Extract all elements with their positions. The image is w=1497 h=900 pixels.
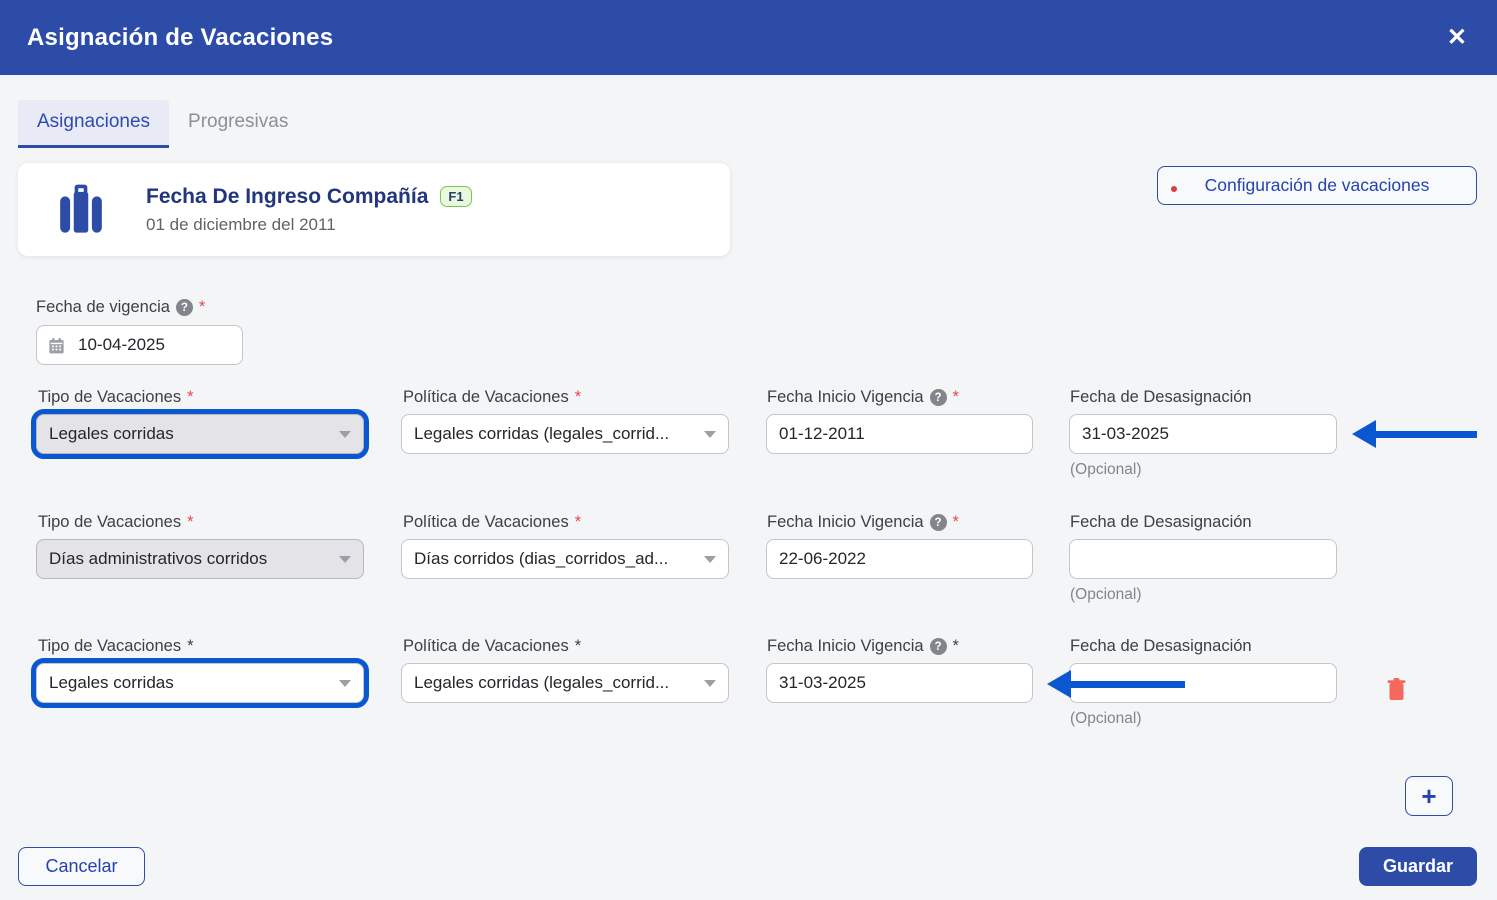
row2-desasignacion-wrap bbox=[1069, 539, 1337, 579]
optional-hint: (Opcional) bbox=[1070, 586, 1142, 604]
delete-row-icon[interactable] bbox=[1387, 678, 1406, 701]
row1-politica-label: Política de Vacaciones * bbox=[403, 388, 581, 407]
row1-tipo-label: Tipo de Vacaciones * bbox=[38, 388, 194, 407]
effective-date-input[interactable] bbox=[78, 335, 198, 355]
chevron-down-icon bbox=[704, 431, 716, 438]
chevron-down-icon bbox=[339, 556, 351, 563]
row3-vacation-policy-select[interactable]: Legales corridas (legales_corrid... bbox=[401, 663, 729, 703]
chevron-down-icon bbox=[339, 680, 351, 687]
row2-unassign-date-input[interactable] bbox=[1069, 539, 1337, 579]
effective-date-input-wrap bbox=[36, 325, 243, 365]
row2-tipo-label: Tipo de Vacaciones * bbox=[38, 513, 194, 532]
optional-hint: (Opcional) bbox=[1070, 710, 1142, 728]
entry-date-title: Fecha De Ingreso Compañía bbox=[146, 185, 428, 209]
row1-inicio-wrap bbox=[766, 414, 1033, 454]
row2-inicio-label: Fecha Inicio Vigencia ? * bbox=[767, 513, 959, 532]
notification-dot bbox=[1171, 186, 1177, 192]
row1-desasignacion-wrap bbox=[1069, 414, 1337, 454]
row2-vacation-type-select[interactable]: Días administrativos corridos bbox=[36, 539, 364, 579]
close-icon[interactable]: ✕ bbox=[1447, 26, 1467, 50]
effective-date-label: Fecha de vigencia ? * bbox=[36, 298, 276, 317]
vacation-assignment-modal: Asignación de Vacaciones ✕ Asignaciones … bbox=[0, 0, 1497, 900]
row3-start-date-input[interactable] bbox=[766, 663, 1033, 703]
modal-header: Asignación de Vacaciones ✕ bbox=[0, 0, 1497, 75]
calendar-icon bbox=[47, 336, 66, 355]
tab-bar: Asignaciones Progresivas bbox=[18, 100, 307, 148]
help-icon[interactable]: ? bbox=[176, 299, 193, 316]
cancel-button[interactable]: Cancelar bbox=[18, 847, 145, 886]
tab-progresivas[interactable]: Progresivas bbox=[169, 100, 307, 148]
row3-inicio-label: Fecha Inicio Vigencia ? * bbox=[767, 637, 959, 656]
help-icon[interactable]: ? bbox=[930, 514, 947, 531]
row3-vacation-type-select[interactable]: Legales corridas bbox=[36, 663, 364, 703]
f1-badge: F1 bbox=[440, 186, 471, 207]
row2-vacation-policy-select[interactable]: Días corridos (dias_corridos_ad... bbox=[401, 539, 729, 579]
vacation-config-label: Configuración de vacaciones bbox=[1205, 175, 1430, 196]
row2-desasignacion-label: Fecha de Desasignación bbox=[1070, 513, 1252, 532]
modal-title: Asignación de Vacaciones bbox=[27, 24, 333, 52]
row1-unassign-date-input[interactable] bbox=[1069, 414, 1337, 454]
row3-politica-label: Política de Vacaciones * bbox=[403, 637, 581, 656]
entry-date-card: Fecha De Ingreso Compañía F1 01 de dicie… bbox=[18, 163, 730, 256]
row1-start-date-input[interactable] bbox=[766, 414, 1033, 454]
row3-inicio-wrap bbox=[766, 663, 1033, 703]
plus-icon: + bbox=[1421, 781, 1436, 812]
tab-asignaciones[interactable]: Asignaciones bbox=[18, 100, 169, 148]
row1-vacation-type-select[interactable]: Legales corridas bbox=[36, 414, 364, 454]
chevron-down-icon bbox=[704, 556, 716, 563]
row2-politica-label: Política de Vacaciones * bbox=[403, 513, 581, 532]
entry-date-value: 01 de diciembre del 2011 bbox=[146, 215, 472, 235]
row2-inicio-wrap bbox=[766, 539, 1033, 579]
chevron-down-icon bbox=[704, 680, 716, 687]
row2-start-date-input[interactable] bbox=[766, 539, 1033, 579]
row1-vacation-policy-select[interactable]: Legales corridas (legales_corrid... bbox=[401, 414, 729, 454]
save-button[interactable]: Guardar bbox=[1359, 847, 1477, 886]
chevron-down-icon bbox=[339, 431, 351, 438]
help-icon[interactable]: ? bbox=[930, 638, 947, 655]
add-row-button[interactable]: + bbox=[1405, 776, 1453, 816]
vacation-config-button[interactable]: Configuración de vacaciones bbox=[1157, 166, 1477, 205]
effective-date-field: Fecha de vigencia ? * bbox=[36, 298, 276, 317]
optional-hint: (Opcional) bbox=[1070, 461, 1142, 479]
row3-tipo-label: Tipo de Vacaciones * bbox=[38, 637, 194, 656]
row1-desasignacion-label: Fecha de Desasignación bbox=[1070, 388, 1252, 407]
suitcase-icon bbox=[52, 181, 110, 239]
row3-desasignacion-label: Fecha de Desasignación bbox=[1070, 637, 1252, 656]
row1-inicio-label: Fecha Inicio Vigencia ? * bbox=[767, 388, 959, 407]
help-icon[interactable]: ? bbox=[930, 389, 947, 406]
